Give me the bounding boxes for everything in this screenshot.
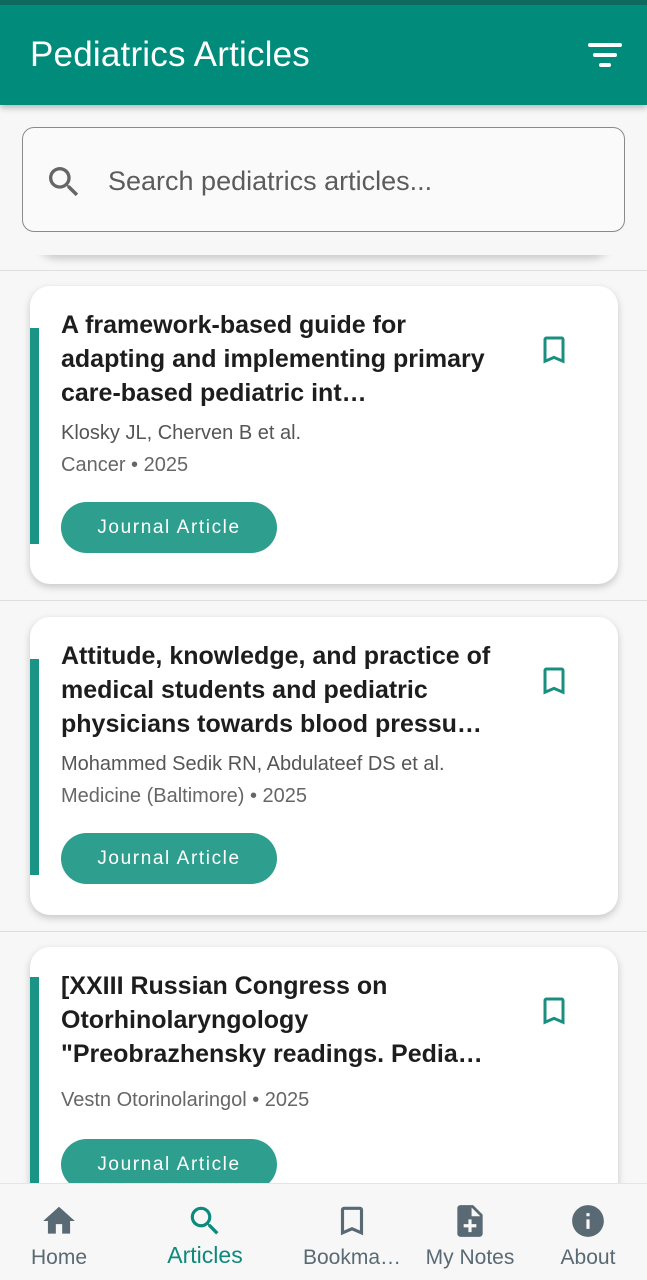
- card-accent-bar: [30, 328, 39, 544]
- article-card[interactable]: Attitude, knowledge, and practice of med…: [30, 617, 618, 915]
- bookmark-icon: [340, 1206, 364, 1236]
- list-divider: [0, 600, 647, 601]
- nav-my-notes-label: My Notes: [425, 1246, 515, 1269]
- app-bar: Pediatrics Articles: [0, 5, 647, 105]
- nav-home-label: Home: [30, 1246, 88, 1269]
- nav-home[interactable]: Home: [0, 1184, 118, 1280]
- nav-articles-label: Articles: [167, 1242, 243, 1268]
- article-title: A framework-based guide for adapting and…: [61, 311, 485, 407]
- article-title: [XXIII Russian Congress on Otorhinolaryn…: [61, 972, 483, 1068]
- article-card[interactable]: [XXIII Russian Congress on Otorhinolaryn…: [30, 947, 618, 1183]
- article-journal-year: Cancer • 2025: [61, 454, 189, 476]
- list-divider: [0, 270, 647, 271]
- list-divider: [0, 931, 647, 932]
- card-accent-bar: [30, 659, 39, 875]
- article-journal-year: Medicine (Baltimore) • 2025: [61, 785, 307, 807]
- search-icon: [49, 167, 79, 197]
- article-title: Attitude, knowledge, and practice of med…: [61, 642, 491, 738]
- bottom-navigation: Home Articles Bookma… My Notes About: [0, 1183, 647, 1280]
- page-title: Pediatrics Articles: [30, 35, 311, 74]
- card-accent-bar: [30, 977, 39, 1183]
- info-icon: [572, 1205, 604, 1237]
- search-input[interactable]: [108, 157, 598, 205]
- filter-list-icon[interactable]: [585, 39, 625, 73]
- search-icon: [190, 1206, 219, 1235]
- nav-my-notes[interactable]: My Notes: [414, 1184, 526, 1280]
- nav-bookmarks[interactable]: Bookma…: [296, 1184, 408, 1280]
- note-add-icon: [457, 1205, 483, 1237]
- nav-about-label: About: [560, 1246, 616, 1269]
- nav-bookmarks-label: Bookma…: [302, 1246, 402, 1269]
- search-bar-container: [0, 105, 647, 255]
- article-type-chip[interactable]: Journal Article: [61, 1139, 277, 1183]
- bookmark-icon[interactable]: [536, 661, 572, 701]
- nav-about[interactable]: About: [540, 1184, 636, 1280]
- nav-articles[interactable]: Articles: [145, 1184, 265, 1280]
- article-authors: Mohammed Sedik RN, Abdulateef DS et al.: [61, 753, 445, 775]
- article-type-chip[interactable]: Journal Article: [61, 502, 277, 553]
- bookmark-icon[interactable]: [536, 330, 572, 370]
- article-type-chip[interactable]: Journal Article: [61, 833, 277, 884]
- article-card[interactable]: A framework-based guide for adapting and…: [30, 286, 618, 584]
- home-icon: [43, 1206, 75, 1234]
- article-journal-year: Vestn Otorinolaringol • 2025: [61, 1089, 310, 1111]
- article-authors: Klosky JL, Cherven B et al.: [61, 422, 302, 444]
- article-list[interactable]: A framework-based guide for adapting and…: [0, 255, 647, 1183]
- bookmark-icon[interactable]: [536, 991, 572, 1031]
